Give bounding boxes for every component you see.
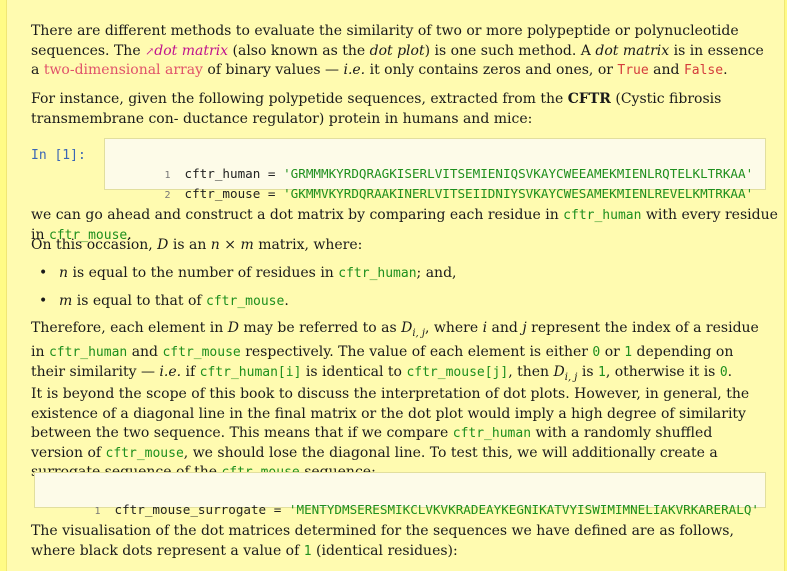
list-item: m is equal to that of cftr_mouse. bbox=[31, 292, 766, 312]
d-ij: Di, j bbox=[401, 320, 425, 339]
code-cell-1[interactable]: 1 cftr_human = 'GRMMMKYRDQRAGKISERLVITSEM… bbox=[104, 138, 766, 201]
element-paragraph: Therefore, each element in D may be refe… bbox=[31, 319, 766, 387]
false-literal: False bbox=[683, 63, 724, 78]
line-number: 1 bbox=[94, 506, 101, 517]
cftr-human-code: cftr_human bbox=[48, 345, 128, 361]
external-link-icon[interactable]: ↗ bbox=[145, 45, 154, 58]
d-symbol: D bbox=[401, 320, 413, 336]
element-period: . bbox=[727, 363, 733, 380]
bullet-code: cftr_human bbox=[338, 266, 417, 281]
bullet-text: is equal to the number of residues in bbox=[72, 265, 334, 281]
matrix-d: D bbox=[227, 320, 239, 336]
matrix-d: D bbox=[157, 237, 169, 253]
cftr-human-code: cftr_human bbox=[452, 426, 532, 441]
var-n: n bbox=[59, 265, 69, 281]
instance-text-d: ductance regulator) protein in humans an… bbox=[182, 110, 533, 127]
element-text-k: and bbox=[131, 344, 159, 361]
definitions-list: n is equal to the number of residues in … bbox=[31, 264, 766, 311]
intro-text-d: ) is one such method. A bbox=[424, 42, 591, 59]
intro-text-e: dot matrix bbox=[595, 42, 670, 59]
ie-text: i.e. bbox=[159, 363, 182, 380]
code-variable: cftr_mouse_surrogate bbox=[114, 502, 267, 517]
bullet-text: is equal to that of bbox=[76, 292, 202, 309]
instance-paragraph: For instance, given the following polype… bbox=[31, 90, 766, 129]
intro-period: . bbox=[723, 62, 728, 78]
element-text-o: or bbox=[604, 344, 620, 361]
code-line-2: 2 cftr_mouse = 'GKMMVKYRDQRAAKINERLVITSEI… bbox=[105, 164, 753, 201]
bullet-tail: . bbox=[284, 292, 289, 309]
one-value: 1 bbox=[624, 345, 633, 361]
scope-paragraph: It is beyond the scope of this book to d… bbox=[31, 385, 766, 483]
cftr-mouse-code: cftr_mouse bbox=[105, 445, 184, 461]
dot-matrix-link[interactable]: dot matrix bbox=[154, 43, 228, 59]
cftr-human-index-code: cftr_human[i] bbox=[199, 364, 302, 380]
code-variable: cftr_mouse bbox=[184, 186, 261, 201]
code-string: 'MENTYDMSERESMIKCLVKVKRADEAYKEGNIKATVYIS… bbox=[288, 502, 759, 517]
zero-value: 0 bbox=[592, 345, 601, 361]
intro-text-b: (also known as the bbox=[232, 42, 366, 59]
line-number: 2 bbox=[164, 190, 171, 201]
intro-text-c: dot plot bbox=[369, 42, 425, 59]
page: There are different methods to evaluate … bbox=[6, 0, 785, 571]
element-text-a: Therefore, each element in bbox=[31, 320, 224, 336]
element-text-g: and bbox=[491, 320, 518, 336]
element-text-u: is identical to bbox=[305, 363, 402, 380]
code-operator: = bbox=[266, 502, 289, 517]
construct-text-a: we can go ahead and construct a dot matr… bbox=[31, 207, 559, 223]
visualisation-paragraph: The visualisation of the dot matrices de… bbox=[31, 522, 766, 561]
intro-paragraph: There are different methods to evaluate … bbox=[31, 22, 766, 81]
instance-text-a: For instance, given the following polype… bbox=[31, 91, 564, 107]
intro-text-i: i.e. bbox=[343, 62, 366, 78]
visualisation-text-c: (identical residues): bbox=[316, 542, 458, 559]
element-text-w: , then bbox=[508, 363, 550, 380]
cftr-mouse-index-code: cftr_mouse[j] bbox=[406, 364, 509, 380]
zero-value: 0 bbox=[719, 364, 728, 380]
d-subscript: i, j bbox=[564, 371, 578, 383]
intro-text-h: of binary values — bbox=[207, 62, 340, 78]
var-m: m bbox=[59, 292, 73, 309]
occasion-text-e: matrix, where: bbox=[258, 237, 363, 253]
occasion-text-c: is an bbox=[172, 237, 207, 253]
intro-text-j: it only contains zeros and ones, or bbox=[369, 62, 613, 78]
occasion-paragraph: On this occasion, D is an n × m matrix, … bbox=[31, 236, 766, 256]
one-value: 1 bbox=[597, 364, 606, 380]
code-operator: = bbox=[260, 186, 284, 201]
code-line-1: 1 cftr_mouse_surrogate = 'MENTYDMSERESMIK… bbox=[35, 480, 759, 517]
n-by-m: n × m bbox=[210, 237, 254, 253]
occasion-text-a: On this occasion, bbox=[31, 237, 153, 253]
element-text-e: , where bbox=[424, 320, 479, 336]
one-value: 1 bbox=[303, 543, 312, 559]
bullet-tail: ; and, bbox=[416, 265, 457, 281]
d-symbol: D bbox=[553, 363, 565, 380]
code-cell-2[interactable]: 1 cftr_mouse_surrogate = 'MENTYDMSERESMIK… bbox=[34, 472, 766, 517]
code-line-1: 1 cftr_human = 'GRMMMKYRDQRAGKISERLVITSEM… bbox=[105, 144, 753, 181]
element-text-s: if bbox=[185, 363, 196, 380]
intro-text-l: and bbox=[653, 62, 680, 78]
d-ij: Di, j bbox=[553, 363, 578, 383]
d-subscript: i, j bbox=[412, 327, 425, 339]
cell-prompt: In [1]: bbox=[31, 148, 86, 163]
element-text-aa: , otherwise it is bbox=[605, 363, 716, 380]
element-text-c: may be referred to as bbox=[243, 320, 397, 336]
var-i: i bbox=[482, 320, 488, 336]
element-text-m: respectively. The value of each element … bbox=[245, 344, 588, 361]
two-dimensional-array-link[interactable]: two-dimensional array bbox=[44, 62, 203, 78]
element-text-y: is bbox=[581, 363, 594, 380]
true-literal: True bbox=[617, 63, 649, 78]
list-item: n is equal to the number of residues in … bbox=[31, 264, 766, 284]
bullet-code: cftr_mouse bbox=[206, 293, 285, 309]
var-j: j bbox=[522, 320, 527, 336]
cftr-bold: CFTR bbox=[567, 91, 611, 107]
cftr-human-code: cftr_human bbox=[563, 208, 642, 223]
code-string: 'GKMMVKYRDQRAAKINERLVITSEIIDNIYSVKAYCWES… bbox=[283, 186, 754, 201]
cftr-mouse-code: cftr_mouse bbox=[162, 345, 241, 361]
